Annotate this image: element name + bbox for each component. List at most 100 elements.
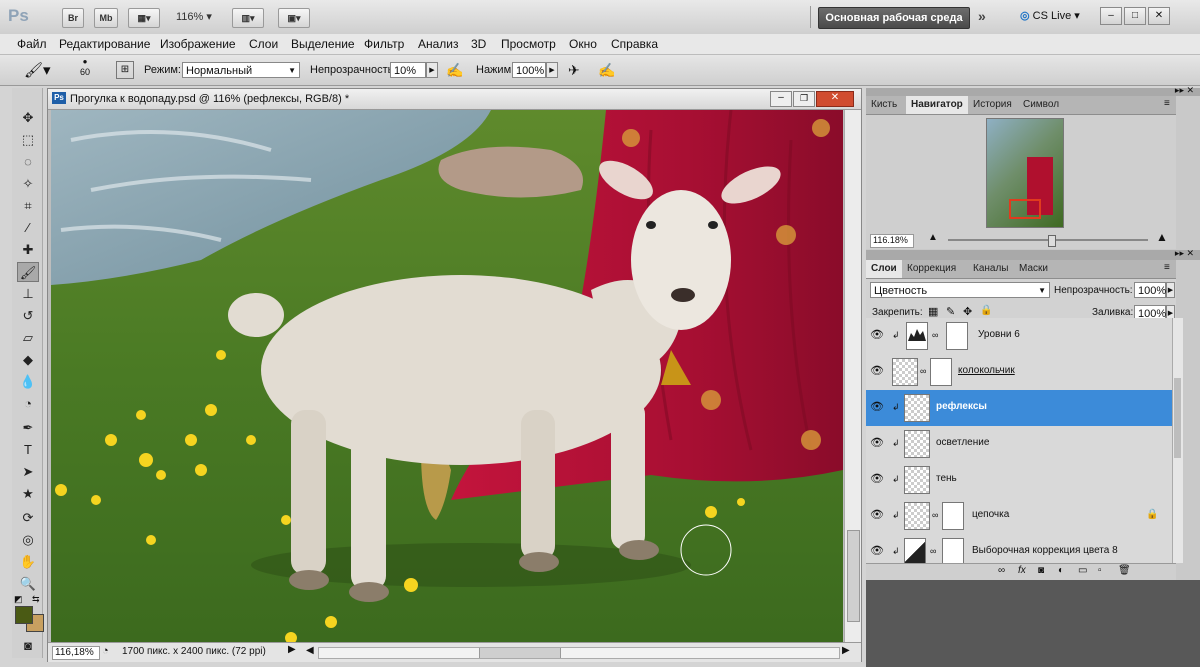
path-selection-tool-icon[interactable]: ➤ <box>17 462 39 482</box>
arrange-documents-button[interactable]: ▥▾ <box>232 8 264 28</box>
tab-adjustments[interactable]: Коррекция <box>902 260 961 278</box>
layer-mask-thumbnail[interactable] <box>930 358 952 386</box>
layer-row[interactable]: 👁 ↲ ∞ Выборочная коррекция цвета 8 <box>866 534 1172 563</box>
new-group-icon[interactable]: ▭ <box>1078 565 1087 576</box>
adjustment-layer-icon[interactable]: ◐ <box>1058 565 1064 576</box>
shape-tool-icon[interactable]: ★ <box>17 484 39 504</box>
tab-brush[interactable]: Кисть <box>866 96 902 114</box>
airbrush-icon[interactable]: ✈ <box>568 62 580 79</box>
dodge-tool-icon[interactable]: ◔ <box>17 394 39 414</box>
screen-mode-button[interactable]: ▣▾ <box>278 8 310 28</box>
blur-tool-icon[interactable]: 💧 <box>17 372 39 392</box>
menu-window[interactable]: Окно <box>569 37 597 51</box>
navigator-zoom[interactable]: 116.18% <box>870 234 914 248</box>
mini-bridge-button[interactable]: Mb <box>94 8 118 28</box>
menu-layers[interactable]: Слои <box>249 37 278 51</box>
paint-bucket-tool-icon[interactable]: ◆ <box>17 350 39 370</box>
blend-mode-select[interactable]: Цветность ▼ <box>870 282 1050 298</box>
zoom-slider-thumb[interactable] <box>1048 235 1056 247</box>
layers-scrollbar[interactable] <box>1172 318 1183 563</box>
menu-image[interactable]: Изображение <box>160 37 236 51</box>
tab-channels[interactable]: Каналы <box>968 260 1014 278</box>
brush-panel-icon[interactable]: ⊞ <box>116 61 134 79</box>
layer-opacity-field[interactable]: 100% <box>1134 282 1166 298</box>
canvas[interactable] <box>51 110 843 642</box>
menu-edit[interactable]: Редактирование <box>59 37 150 51</box>
healing-brush-tool-icon[interactable]: ✚ <box>17 240 39 260</box>
flow-field[interactable]: 100% <box>512 62 546 78</box>
horizontal-scrollbar[interactable] <box>318 647 840 659</box>
tab-masks[interactable]: Маски <box>1014 260 1053 278</box>
tab-character[interactable]: Символ <box>1018 96 1064 114</box>
flow-slider-button[interactable]: ▶ <box>546 62 558 78</box>
zoom-slider[interactable] <box>948 235 1148 247</box>
history-brush-tool-icon[interactable]: ↺ <box>17 306 39 326</box>
zoom-out-icon[interactable]: ▲ <box>928 232 938 243</box>
lock-position-icon[interactable]: ✥ <box>963 305 972 318</box>
quick-mask-icon[interactable]: ◙ <box>17 636 39 656</box>
swap-colors-icon[interactable]: ⇆ <box>32 594 40 605</box>
lock-transparency-icon[interactable]: ▦ <box>928 305 938 318</box>
marquee-tool-icon[interactable]: ⬚ <box>17 130 39 150</box>
lasso-tool-icon[interactable]: ◌ <box>17 152 39 172</box>
new-layer-icon[interactable]: ▫ <box>1098 565 1102 576</box>
brush-tool-preset-icon[interactable]: 🖌▾ <box>24 61 51 79</box>
zoom-tool-icon[interactable]: 🔍 <box>17 574 39 594</box>
scroll-left-arrow[interactable]: ◀ <box>306 645 314 656</box>
layer-row[interactable]: 👁 ↲ осветление <box>866 426 1172 463</box>
mode-select[interactable]: Нормальный ▼ <box>182 62 300 78</box>
menu-help[interactable]: Справка <box>611 37 658 51</box>
tab-history[interactable]: История <box>968 96 1017 114</box>
lock-pixels-icon[interactable]: ✎ <box>946 305 955 318</box>
eyedropper-tool-icon[interactable]: ⁄ <box>17 218 39 238</box>
clone-stamp-tool-icon[interactable]: ⊥ <box>17 284 39 304</box>
layer-mask-thumbnail[interactable] <box>942 538 964 563</box>
layer-row-selected[interactable]: 👁 ↲ рефлексы <box>866 390 1172 427</box>
eye-icon[interactable]: 👁 <box>870 436 884 450</box>
pressure-opacity-icon[interactable]: ✍ <box>446 62 463 79</box>
menu-select[interactable]: Выделение <box>291 37 355 51</box>
close-button[interactable]: ✕ <box>1148 7 1170 25</box>
horizontal-scrollbar-thumb[interactable] <box>479 648 561 658</box>
opacity-slider-button[interactable]: ▶ <box>426 62 438 78</box>
eye-icon[interactable]: 👁 <box>870 364 884 378</box>
trash-icon[interactable]: 🗑 <box>1118 565 1131 576</box>
eye-icon[interactable]: 👁 <box>870 544 884 558</box>
crop-tool-icon[interactable]: ⌗ <box>17 196 39 216</box>
navigator-thumbnail[interactable] <box>986 118 1064 228</box>
add-mask-icon[interactable]: ◙ <box>1038 565 1044 576</box>
status-menu-arrow[interactable]: ▶ <box>288 644 296 655</box>
menu-analysis[interactable]: Анализ <box>418 37 459 51</box>
scroll-right-arrow[interactable]: ▶ <box>842 645 850 656</box>
layer-row[interactable]: 👁 ↲ ∞ цепочка 🔒 <box>866 498 1172 535</box>
eye-icon[interactable]: 👁 <box>870 472 884 486</box>
tab-navigator[interactable]: Навигатор <box>906 96 968 114</box>
move-tool-icon[interactable]: ✥ <box>17 108 39 128</box>
quick-selection-tool-icon[interactable]: ✧ <box>17 174 39 194</box>
layer-row[interactable]: 👁 ↲ ∞ Уровни 6 <box>866 318 1172 355</box>
eraser-tool-icon[interactable]: ▱ <box>17 328 39 348</box>
status-zoom[interactable]: 116,18% <box>52 646 100 660</box>
layer-opacity-arrow[interactable]: ▶ <box>1166 282 1175 298</box>
3d-rotate-tool-icon[interactable]: ⟳ <box>17 508 39 528</box>
zoom-in-icon[interactable]: ▲ <box>1156 230 1168 244</box>
pressure-size-icon[interactable]: ✍ <box>598 62 615 79</box>
foreground-color-swatch[interactable] <box>15 606 33 624</box>
maximize-button[interactable]: □ <box>1124 7 1146 25</box>
layer-row[interactable]: 👁 ↲ тень <box>866 462 1172 499</box>
view-box[interactable] <box>1009 199 1041 219</box>
collapse-icon-2[interactable]: ▸▸ ✕ <box>1175 248 1194 259</box>
bridge-button[interactable]: Br <box>62 8 84 28</box>
brush-tool-icon[interactable]: 🖌 <box>17 262 39 282</box>
layer-row[interactable]: 👁 ∞ колокольчик <box>866 354 1172 391</box>
layer-mask-thumbnail[interactable] <box>942 502 964 530</box>
menu-filter[interactable]: Фильтр <box>364 37 404 51</box>
eye-icon[interactable]: 👁 <box>870 328 884 342</box>
eye-icon[interactable]: 👁 <box>870 400 884 414</box>
menu-view[interactable]: Просмотр <box>501 37 556 51</box>
collapse-icon[interactable]: ▸▸ ✕ <box>1175 85 1194 96</box>
zoom-level[interactable]: 116% ▾ <box>176 10 212 23</box>
pen-tool-icon[interactable]: ✒ <box>17 418 39 438</box>
type-tool-icon[interactable]: T <box>17 440 39 460</box>
view-extras-button[interactable]: ▦▾ <box>128 8 160 28</box>
